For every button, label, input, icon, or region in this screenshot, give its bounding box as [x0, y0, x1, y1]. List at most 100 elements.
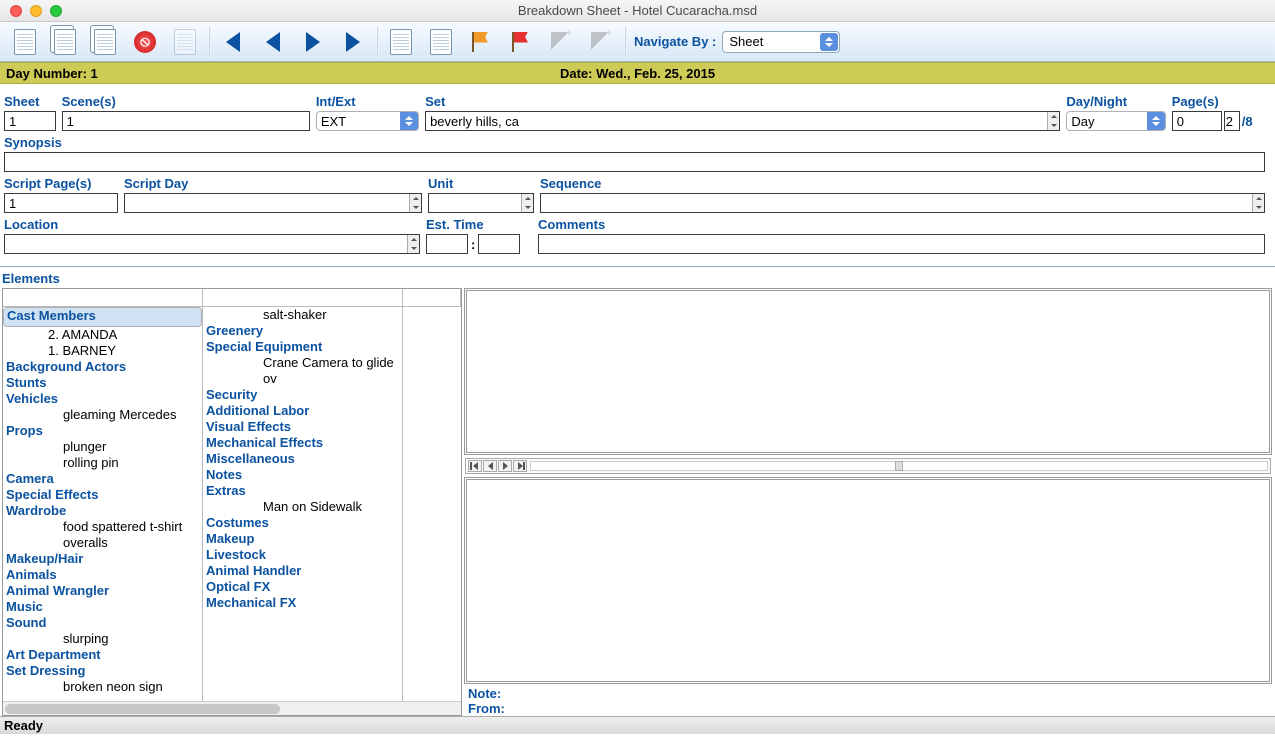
page-a-button[interactable]	[382, 25, 420, 59]
sheet-dim-icon	[174, 29, 196, 55]
flag-orange-button[interactable]	[462, 25, 500, 59]
element-item[interactable]: rolling pin	[3, 455, 202, 471]
next-button[interactable]	[294, 25, 332, 59]
element-category[interactable]: Special Equipment	[203, 339, 402, 355]
nav-next-button[interactable]	[498, 460, 512, 472]
element-item[interactable]: 2. AMANDA	[3, 327, 202, 343]
pages-input[interactable]	[1172, 111, 1222, 131]
sheet-input[interactable]	[4, 111, 56, 131]
element-item[interactable]: broken neon sign	[3, 679, 202, 695]
elements-panel: Cast Members2. AMANDA1. BARNEYBackground…	[2, 288, 462, 716]
new-sheet-button[interactable]	[6, 25, 44, 59]
sequence-input[interactable]	[540, 193, 1265, 213]
element-category[interactable]: Animals	[3, 567, 202, 583]
daynight-select[interactable]: Day	[1066, 111, 1165, 131]
stepper-icon[interactable]	[409, 194, 421, 212]
status-text: Ready	[4, 718, 43, 733]
element-item[interactable]: Crane Camera to glide ov	[203, 355, 402, 387]
wand-b-button[interactable]	[582, 25, 620, 59]
slider-handle[interactable]	[895, 461, 903, 471]
stepper-icon[interactable]	[1252, 194, 1264, 212]
element-category[interactable]: Miscellaneous	[203, 451, 402, 467]
nav-prev-button[interactable]	[483, 460, 497, 472]
toolbar: ⦸ Navigate By : Sheet	[0, 22, 1275, 62]
element-category[interactable]: Sound	[3, 615, 202, 631]
scenes-label: Scene(s)	[62, 94, 310, 109]
element-item[interactable]: overalls	[3, 535, 202, 551]
elements-header: Elements	[0, 267, 1275, 288]
last-button[interactable]	[334, 25, 372, 59]
element-category[interactable]: Set Dressing	[3, 663, 202, 679]
element-category[interactable]: Animal Handler	[203, 563, 402, 579]
first-button[interactable]	[214, 25, 252, 59]
flag-orange-icon	[472, 32, 490, 52]
element-category[interactable]: Optical FX	[203, 579, 402, 595]
est-time-hours-input[interactable]	[426, 234, 468, 254]
element-item[interactable]: food spattered t-shirt	[3, 519, 202, 535]
comments-input[interactable]	[538, 234, 1265, 254]
delete-sheet-button[interactable]: ⦸	[126, 25, 164, 59]
element-category[interactable]: Additional Labor	[203, 403, 402, 419]
stepper-icon[interactable]	[521, 194, 533, 212]
element-category[interactable]: Notes	[203, 467, 402, 483]
element-category[interactable]: Animal Wrangler	[3, 583, 202, 599]
element-item[interactable]: Man on Sidewalk	[203, 499, 402, 515]
element-category[interactable]: Wardrobe	[3, 503, 202, 519]
sheet-stack-icon	[54, 29, 76, 55]
element-item[interactable]: slurping	[3, 631, 202, 647]
element-category[interactable]: Background Actors	[3, 359, 202, 375]
unit-input[interactable]	[428, 193, 534, 213]
wand-a-button[interactable]	[542, 25, 580, 59]
element-item[interactable]: salt-shaker	[203, 307, 402, 323]
stepper-icon[interactable]	[1047, 112, 1059, 130]
element-item[interactable]: gleaming Mercedes	[3, 407, 202, 423]
synopsis-input[interactable]	[4, 152, 1265, 172]
duplicate-sheet-button[interactable]	[46, 25, 84, 59]
scenes-input[interactable]	[62, 111, 310, 131]
pages-frac-denom: /8	[1242, 114, 1253, 129]
multi-sheet-button[interactable]	[86, 25, 124, 59]
element-category[interactable]: Music	[3, 599, 202, 615]
horizontal-scrollbar[interactable]	[3, 701, 461, 715]
stepper-icon[interactable]	[407, 235, 419, 253]
location-input[interactable]	[4, 234, 420, 254]
flag-red-button[interactable]	[502, 25, 540, 59]
element-category[interactable]: Makeup/Hair	[3, 551, 202, 567]
elements-table[interactable]: Cast Members2. AMANDA1. BARNEYBackground…	[3, 307, 461, 716]
page-b-button[interactable]	[422, 25, 460, 59]
est-time-mins-input[interactable]	[478, 234, 520, 254]
day-header-row: Day Number: 1 Date: Wed., Feb. 25, 2015	[0, 62, 1275, 84]
element-category[interactable]: Art Department	[3, 647, 202, 663]
element-category[interactable]: Mechanical Effects	[203, 435, 402, 451]
navigate-by-select[interactable]: Sheet	[722, 31, 840, 53]
element-category[interactable]: Costumes	[203, 515, 402, 531]
element-category[interactable]: Livestock	[203, 547, 402, 563]
blank-sheet-button[interactable]	[166, 25, 204, 59]
element-category[interactable]: Stunts	[3, 375, 202, 391]
element-category[interactable]: Special Effects	[3, 487, 202, 503]
script-day-input[interactable]	[124, 193, 422, 213]
element-category[interactable]: Security	[203, 387, 402, 403]
notes-box[interactable]	[464, 477, 1272, 684]
element-category[interactable]: Greenery	[203, 323, 402, 339]
element-category[interactable]: Props	[3, 423, 202, 439]
element-category[interactable]: Makeup	[203, 531, 402, 547]
nav-slider[interactable]	[530, 461, 1268, 471]
window-title: Breakdown Sheet - Hotel Cucaracha.msd	[0, 3, 1275, 18]
element-category[interactable]: Extras	[203, 483, 402, 499]
element-category[interactable]: Mechanical FX	[203, 595, 402, 611]
synopsis-label: Synopsis	[4, 135, 1265, 150]
element-item[interactable]: plunger	[3, 439, 202, 455]
set-input[interactable]	[425, 111, 1060, 131]
nav-first-button[interactable]	[468, 460, 482, 472]
element-category[interactable]: Visual Effects	[203, 419, 402, 435]
nav-last-button[interactable]	[513, 460, 527, 472]
pages-frac-input[interactable]	[1224, 111, 1240, 131]
prev-button[interactable]	[254, 25, 292, 59]
element-category[interactable]: Camera	[3, 471, 202, 487]
element-category[interactable]: Vehicles	[3, 391, 202, 407]
element-category[interactable]: Cast Members	[3, 307, 202, 327]
intext-select[interactable]: EXT	[316, 111, 419, 131]
script-pages-input[interactable]	[4, 193, 118, 213]
element-item[interactable]: 1. BARNEY	[3, 343, 202, 359]
